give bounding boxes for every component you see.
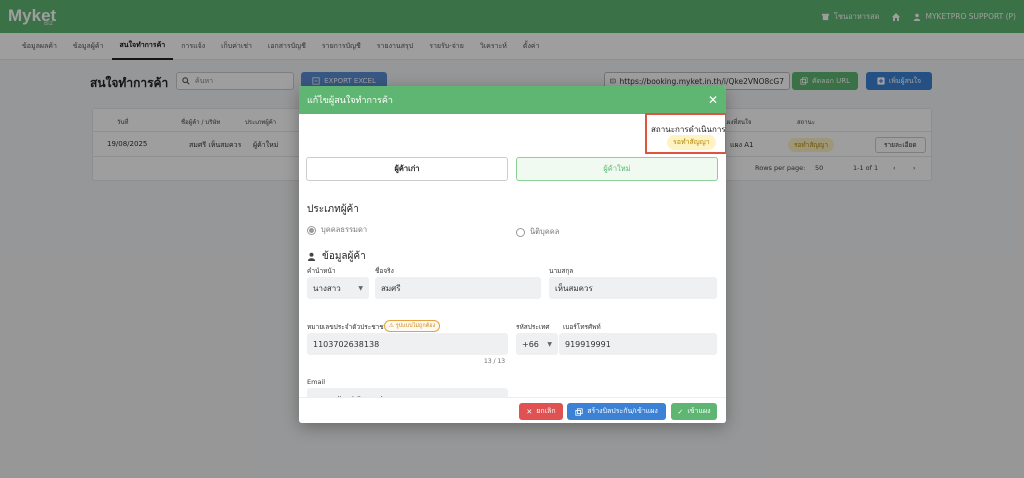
check-icon: ✓ [677,407,684,416]
close-icon[interactable]: ✕ [708,93,718,107]
firstname-label: ชื่อจริง [375,267,394,275]
country-code-label: รหัสประเทศ [516,323,550,331]
radio-company-label: นิติบุคคล [530,227,560,236]
firstname-input[interactable]: สมศรี [375,277,541,299]
id-input[interactable]: 1103702638138 [307,333,508,355]
cancel-x-icon: ✕ [526,407,533,416]
id-value: 1103702638138 [313,339,380,349]
phone-value: 919919991 [565,339,611,349]
lastname-value: เห็นสมควร [555,283,593,293]
phone-label: เบอร์โทรศัพท์ [563,323,601,331]
enter-stall-button[interactable]: ✓ เข้าแผง [671,403,717,420]
country-caret-icon: ▼ [547,340,552,348]
id-counter: 13 / 13 [484,358,506,365]
status-badge-modal: รอทำสัญญา [667,135,716,150]
vendor-type-title: ประเภทผู้ค้า [307,204,359,215]
copy-icon [575,407,583,416]
edit-interested-dialog: แก้ไขผู้สนใจทำการค้า ✕ สถานะการดำเนินการ… [299,86,726,423]
dialog-footer: ✕ ยกเลิก สร้างบิลประกัน/เข้าแผง ✓ เข้าแผ… [299,397,726,423]
cancel-button[interactable]: ✕ ยกเลิก [519,403,563,420]
prefix-select[interactable]: นางสาว ▼ [307,277,369,299]
phone-input[interactable]: 919919991 [559,333,717,355]
radio-company-dot [516,227,525,237]
tab-new-vendor[interactable]: ผู้ค้าใหม่ [516,157,718,181]
create-bill-button[interactable]: สร้างบิลประกัน/เข้าแผง [567,403,666,420]
tab-old-vendor[interactable]: ผู้ค้าเก่า [306,157,508,181]
prefix-label: คำนำหน้า [307,267,336,275]
id-label: หมายเลขประจำตัวประชาชน [307,323,389,331]
cancel-label: ยกเลิก [536,407,556,415]
vendor-info-title: ข้อมูลผู้ค้า [307,249,366,264]
id-warning-text: รูปแบบไม่ถูกต้อง [395,323,436,329]
radio-person-label: บุคคลธรรมดา [321,225,368,234]
person-icon [307,252,316,261]
radio-company[interactable]: นิติบุคคล [516,226,559,238]
lastname-input[interactable]: เห็นสมควร [549,277,717,299]
vendor-info-title-text: ข้อมูลผู้ค้า [322,251,366,262]
prefix-value: นางสาว [313,283,341,293]
email-label: Email [307,378,326,386]
country-code-value: +66 [522,339,539,349]
country-code-select[interactable]: +66 ▼ [516,333,558,355]
id-warning-chip: ⚠ รูปแบบไม่ถูกต้อง [384,320,441,332]
create-bill-label: สร้างบิลประกัน/เข้าแผง [587,407,658,415]
radio-person[interactable]: บุคคลธรรมดา [307,224,367,236]
dialog-header: แก้ไขผู้สนใจทำการค้า ✕ [299,86,726,114]
firstname-value: สมศรี [381,283,401,293]
radio-person-dot [307,225,316,235]
dialog-title: แก้ไขผู้สนใจทำการค้า [307,96,393,106]
lastname-label: นามสกุล [549,267,574,275]
caret-down-icon: ▼ [358,284,363,292]
enter-stall-label: เข้าแผง [687,407,711,415]
